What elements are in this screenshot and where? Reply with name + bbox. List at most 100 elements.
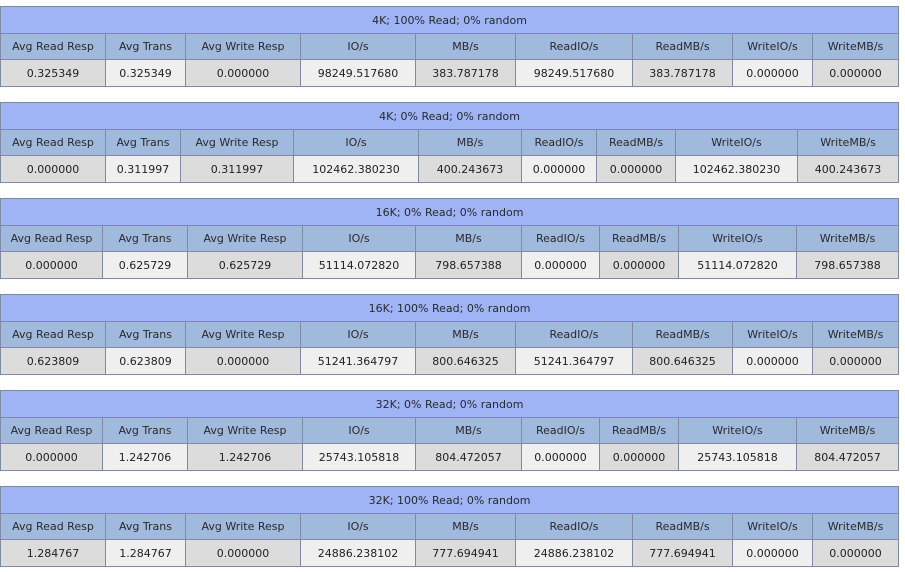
cell-avg-write-resp: 0.000000	[185, 59, 301, 87]
cell-avg-trans: 1.242706	[102, 443, 188, 471]
cell-avg-read-resp: 0.623809	[0, 347, 106, 375]
column-header-write-mb-per-sec: WriteMB/s	[795, 225, 900, 252]
cell-read-mb-per-sec: 0.000000	[599, 251, 679, 279]
column-header-avg-trans: Avg Trans	[105, 321, 186, 348]
column-header-avg-trans: Avg Trans	[102, 225, 188, 252]
table-row: 0.000000 0.625729 0.625729 51114.072820 …	[0, 251, 900, 279]
cell-avg-trans: 0.325349	[105, 59, 186, 87]
table-title: 32K; 0% Read; 0% random	[0, 390, 900, 418]
column-header-avg-write-resp: Avg Write Resp	[185, 33, 301, 60]
column-header-read-mb-per-sec: ReadMB/s	[599, 417, 679, 444]
column-header-write-mb-per-sec: WriteMB/s	[795, 417, 900, 444]
cell-write-io-per-sec: 25743.105818	[678, 443, 797, 471]
column-header-avg-trans: Avg Trans	[102, 417, 188, 444]
cell-read-io-per-sec: 0.000000	[521, 155, 597, 183]
column-header-io-per-sec: IO/s	[300, 513, 416, 540]
table-row: 0.000000 1.242706 1.242706 25743.105818 …	[0, 443, 900, 471]
table-title: 32K; 100% Read; 0% random	[0, 486, 900, 514]
cell-avg-write-resp: 0.625729	[187, 251, 303, 279]
column-header-mb-per-sec: MB/s	[418, 129, 522, 156]
cell-avg-read-resp: 1.284767	[0, 539, 106, 567]
column-header-write-io-per-sec: WriteIO/s	[732, 321, 813, 348]
column-header-write-mb-per-sec: WriteMB/s	[796, 129, 900, 156]
column-header-read-mb-per-sec: ReadMB/s	[599, 225, 679, 252]
column-header-read-mb-per-sec: ReadMB/s	[632, 513, 733, 540]
cell-avg-trans: 1.284767	[105, 539, 186, 567]
cell-mb-per-sec: 400.243673	[418, 155, 522, 183]
cell-write-io-per-sec: 0.000000	[732, 347, 813, 375]
column-header-read-io-per-sec: ReadIO/s	[515, 321, 633, 348]
column-header-write-mb-per-sec: WriteMB/s	[811, 321, 900, 348]
column-header-avg-write-resp: Avg Write Resp	[185, 321, 301, 348]
column-header-read-io-per-sec: ReadIO/s	[515, 513, 633, 540]
cell-write-io-per-sec: 0.000000	[732, 59, 813, 87]
column-header-io-per-sec: IO/s	[300, 321, 416, 348]
cell-mb-per-sec: 804.472057	[415, 443, 522, 471]
result-table: 16K; 0% Read; 0% random Avg Read Resp Av…	[0, 198, 900, 279]
cell-write-mb-per-sec: 0.000000	[811, 539, 900, 567]
cell-write-mb-per-sec: 0.000000	[811, 347, 900, 375]
cell-avg-write-resp: 0.000000	[185, 539, 301, 567]
cell-read-io-per-sec: 0.000000	[521, 251, 600, 279]
cell-io-per-sec: 24886.238102	[300, 539, 416, 567]
table-title: 4K; 100% Read; 0% random	[0, 6, 899, 34]
column-header-read-io-per-sec: ReadIO/s	[521, 129, 597, 156]
column-header-avg-trans: Avg Trans	[105, 513, 186, 540]
column-header-io-per-sec: IO/s	[300, 33, 416, 60]
cell-write-io-per-sec: 102462.380230	[675, 155, 798, 183]
cell-avg-read-resp: 0.000000	[0, 443, 103, 471]
cell-read-io-per-sec: 51241.364797	[515, 347, 633, 375]
result-table: 16K; 100% Read; 0% random Avg Read Resp …	[0, 294, 900, 375]
cell-write-mb-per-sec: 400.243673	[796, 155, 900, 183]
column-header-avg-read-resp: Avg Read Resp	[0, 417, 103, 444]
column-header-io-per-sec: IO/s	[302, 225, 416, 252]
column-header-read-io-per-sec: ReadIO/s	[515, 33, 633, 60]
cell-io-per-sec: 98249.517680	[300, 59, 416, 87]
cell-read-mb-per-sec: 0.000000	[599, 443, 679, 471]
column-header-avg-read-resp: Avg Read Resp	[0, 225, 103, 252]
cell-read-mb-per-sec: 800.646325	[632, 347, 733, 375]
result-table: 32K; 100% Read; 0% random Avg Read Resp …	[0, 486, 900, 567]
cell-read-io-per-sec: 24886.238102	[515, 539, 633, 567]
table-row: 0.623809 0.623809 0.000000 51241.364797 …	[0, 347, 900, 375]
cell-avg-trans: 0.311997	[105, 155, 181, 183]
column-header-mb-per-sec: MB/s	[415, 225, 522, 252]
column-header-mb-per-sec: MB/s	[415, 417, 522, 444]
table-title: 16K; 0% Read; 0% random	[0, 198, 900, 226]
column-header-mb-per-sec: MB/s	[415, 321, 516, 348]
cell-mb-per-sec: 800.646325	[415, 347, 516, 375]
cell-read-mb-per-sec: 0.000000	[596, 155, 676, 183]
column-header-avg-trans: Avg Trans	[105, 33, 186, 60]
cell-io-per-sec: 102462.380230	[293, 155, 419, 183]
result-table: 32K; 0% Read; 0% random Avg Read Resp Av…	[0, 390, 900, 471]
column-header-mb-per-sec: MB/s	[415, 513, 516, 540]
column-header-write-mb-per-sec: WriteMB/s	[811, 513, 900, 540]
column-header-avg-write-resp: Avg Write Resp	[187, 417, 303, 444]
column-header-read-io-per-sec: ReadIO/s	[521, 417, 600, 444]
cell-avg-read-resp: 0.000000	[0, 155, 106, 183]
cell-avg-write-resp: 0.311997	[180, 155, 294, 183]
column-header-read-mb-per-sec: ReadMB/s	[596, 129, 676, 156]
column-header-write-io-per-sec: WriteIO/s	[678, 225, 797, 252]
cell-read-io-per-sec: 98249.517680	[515, 59, 633, 87]
column-header-avg-write-resp: Avg Write Resp	[187, 225, 303, 252]
cell-avg-write-resp: 0.000000	[185, 347, 301, 375]
column-header-avg-read-resp: Avg Read Resp	[0, 513, 106, 540]
column-header-io-per-sec: IO/s	[293, 129, 419, 156]
cell-read-io-per-sec: 0.000000	[521, 443, 600, 471]
cell-write-mb-per-sec: 804.472057	[795, 443, 900, 471]
column-header-avg-read-resp: Avg Read Resp	[0, 33, 106, 60]
table-row: 0.325349 0.325349 0.000000 98249.517680 …	[0, 59, 899, 87]
table-title: 4K; 0% Read; 0% random	[0, 102, 900, 130]
cell-mb-per-sec: 798.657388	[415, 251, 522, 279]
column-header-read-io-per-sec: ReadIO/s	[521, 225, 600, 252]
result-table: 4K; 100% Read; 0% random Avg Read Resp A…	[0, 6, 899, 87]
result-table: 4K; 0% Read; 0% random Avg Read Resp Avg…	[0, 102, 900, 183]
column-header-write-io-per-sec: WriteIO/s	[675, 129, 798, 156]
column-header-read-mb-per-sec: ReadMB/s	[632, 33, 733, 60]
column-header-mb-per-sec: MB/s	[415, 33, 516, 60]
column-header-io-per-sec: IO/s	[302, 417, 416, 444]
column-header-write-io-per-sec: WriteIO/s	[732, 513, 813, 540]
cell-avg-write-resp: 1.242706	[187, 443, 303, 471]
cell-io-per-sec: 51241.364797	[300, 347, 416, 375]
